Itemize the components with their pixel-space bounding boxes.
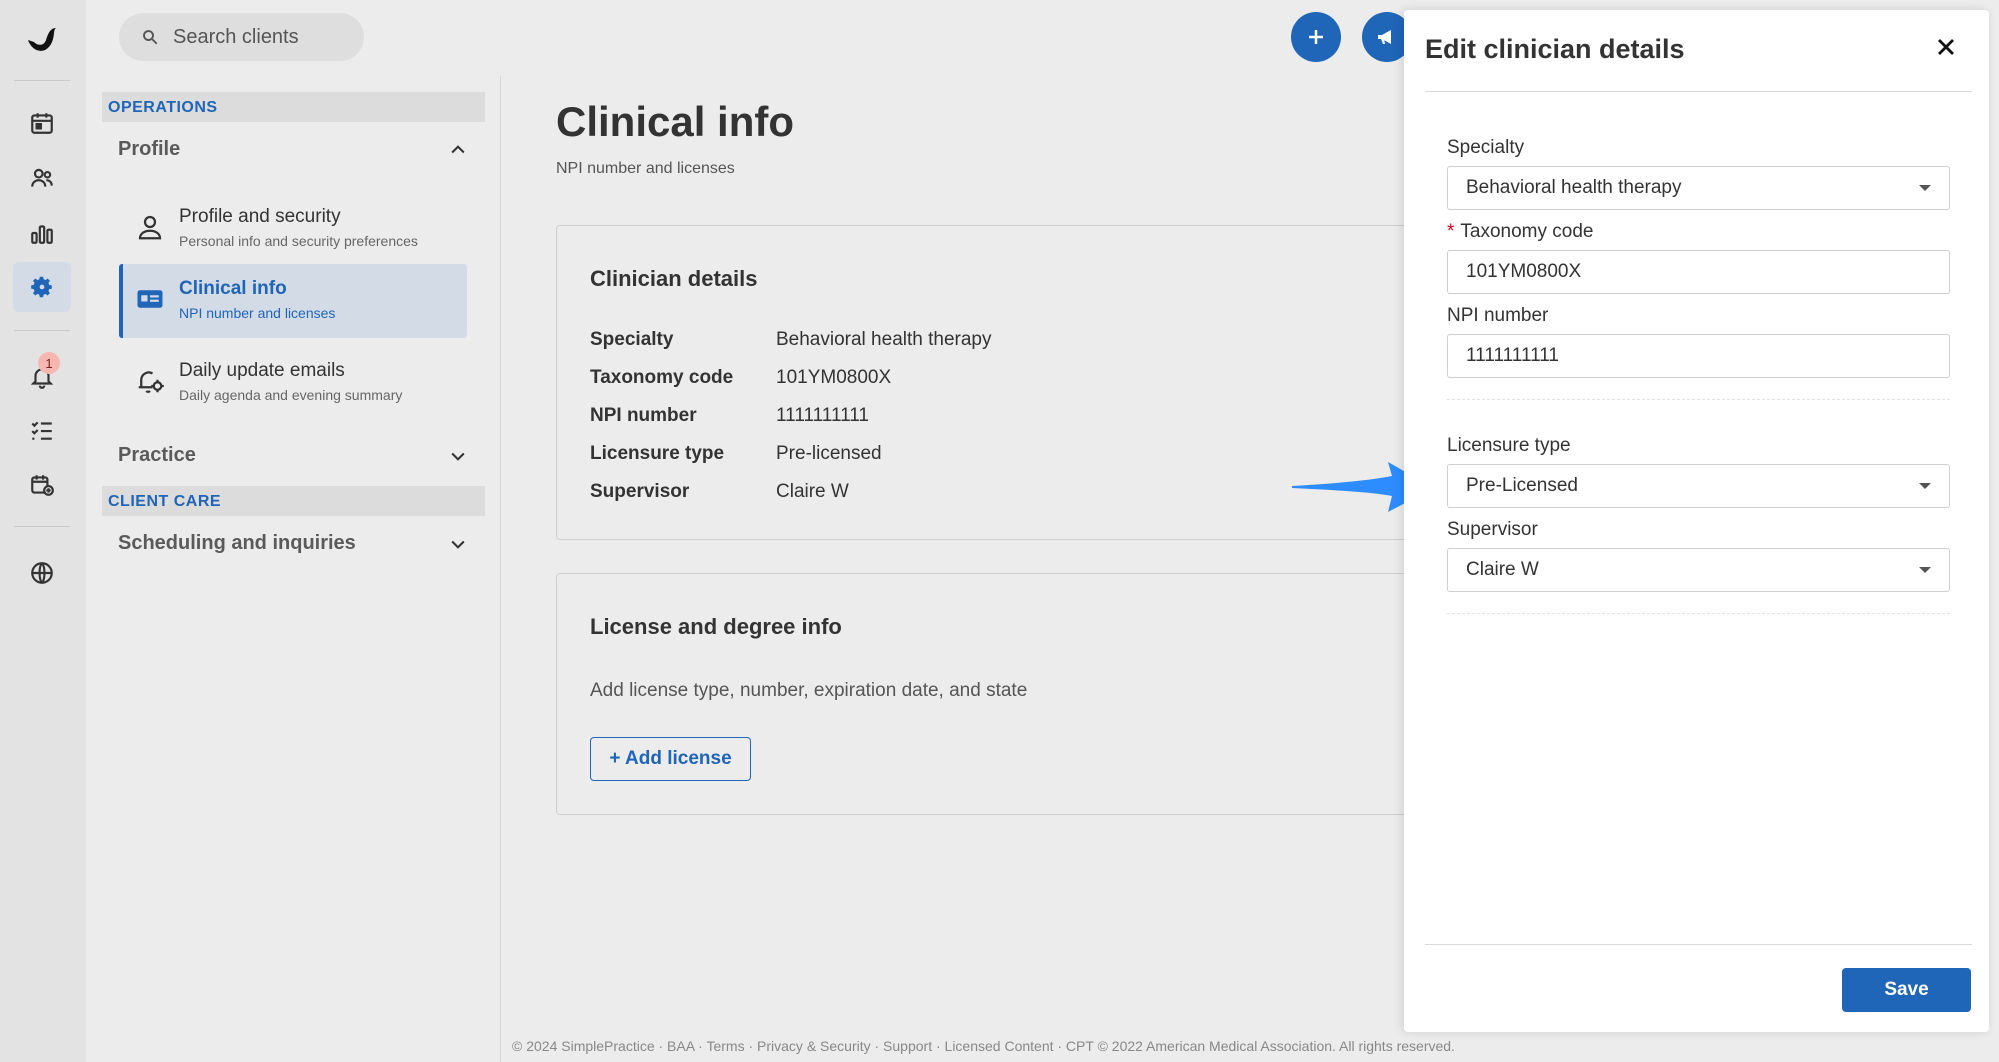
license-hint: Add license type, number, expiration dat… — [590, 680, 1028, 701]
specialty-label: Specialty — [1447, 137, 1525, 158]
detail-label: Supervisor — [590, 481, 690, 502]
detail-row: Supervisor Claire W — [590, 481, 849, 503]
close-button[interactable] — [1929, 30, 1963, 64]
detail-value: Pre-licensed — [776, 443, 882, 464]
card-heading: License and degree info — [590, 614, 842, 639]
detail-row: Licensure type Pre-licensed — [590, 443, 882, 465]
person-icon — [138, 215, 162, 240]
nav-item-profile-security[interactable]: Profile and security Personal info and s… — [119, 192, 467, 266]
clinician-details-card: Clinician details Specialty Behavioral h… — [556, 225, 1416, 540]
chevron-up-icon — [451, 144, 465, 153]
bell-gear-icon — [138, 371, 164, 393]
card-heading: Clinician details — [590, 266, 758, 291]
license-card: License and degree info Add license type… — [556, 573, 1416, 815]
page-title: Clinical info — [556, 98, 795, 145]
detail-label: Licensure type — [590, 443, 725, 464]
npi-value: 1111111111 — [1466, 345, 1559, 366]
drawer-title: Edit clinician details — [1425, 34, 1685, 64]
specialty-select[interactable]: Behavioral health therapy — [1447, 166, 1950, 210]
section-divider — [1447, 399, 1950, 400]
nav-item-daily-emails[interactable]: Daily update emails Daily agenda and eve… — [119, 346, 467, 420]
icon-rail: 1 — [0, 0, 86, 1062]
nav-item-subtitle: NPI number and licenses — [179, 305, 336, 321]
practice-group-toggle[interactable]: Practice — [118, 444, 468, 467]
clients-icon[interactable] — [13, 153, 71, 203]
settings-icon[interactable] — [13, 262, 71, 312]
create-button[interactable] — [1291, 12, 1341, 62]
detail-label: NPI number — [590, 405, 697, 426]
taxonomy-label-text: Taxonomy code — [1460, 221, 1594, 242]
search-input[interactable]: Search clients — [119, 13, 364, 61]
settings-nav: OPERATIONS Profile Profile and security … — [86, 76, 501, 1062]
tasks-icon[interactable] — [13, 405, 71, 455]
detail-value: 1111111111 — [776, 405, 869, 426]
globe-icon[interactable] — [13, 548, 71, 598]
profile-group-label: Profile — [118, 138, 181, 160]
profile-group-toggle[interactable]: Profile — [118, 138, 468, 161]
nav-item-title: Profile and security — [179, 206, 341, 227]
operations-header: OPERATIONS — [102, 92, 485, 122]
chevron-down-icon — [451, 540, 465, 549]
calendar-add-icon[interactable] — [13, 460, 71, 510]
calendar-icon[interactable] — [13, 98, 71, 148]
nav-item-title: Clinical info — [179, 278, 287, 299]
search-placeholder: Search clients — [173, 25, 299, 48]
nav-item-clinical-info[interactable]: Clinical info NPI number and licenses — [119, 264, 467, 338]
required-marker: * — [1447, 221, 1455, 242]
nav-item-subtitle: Personal info and security preferences — [179, 233, 418, 249]
npi-input[interactable]: 1111111111 — [1447, 334, 1950, 378]
detail-label: Taxonomy code — [590, 367, 734, 388]
dropdown-caret-icon — [1919, 185, 1931, 191]
rail-divider — [14, 330, 70, 331]
drawer-footer-divider — [1425, 944, 1972, 945]
notification-badge: 1 — [38, 352, 60, 374]
app-logo-icon[interactable] — [22, 22, 62, 62]
nav-item-subtitle: Daily agenda and evening summary — [179, 387, 403, 403]
supervisor-label: Supervisor — [1447, 519, 1538, 540]
detail-value: Behavioral health therapy — [776, 329, 992, 350]
scheduling-group-label: Scheduling and inquiries — [118, 532, 356, 554]
licensure-select[interactable]: Pre-Licensed — [1447, 464, 1950, 508]
dropdown-caret-icon — [1919, 567, 1931, 573]
close-icon — [1938, 39, 1954, 55]
megaphone-icon — [1378, 30, 1391, 44]
client-care-header: CLIENT CARE — [102, 486, 485, 516]
add-license-button[interactable]: + Add license — [590, 737, 751, 781]
page-subtitle: NPI number and licenses — [556, 160, 735, 177]
rail-divider — [14, 80, 70, 81]
plus-icon — [1309, 30, 1323, 44]
supervisor-select[interactable]: Claire W — [1447, 548, 1950, 592]
specialty-value: Behavioral health therapy — [1466, 177, 1682, 198]
taxonomy-label: * Taxonomy code — [1447, 221, 1593, 243]
scheduling-group-toggle[interactable]: Scheduling and inquiries — [118, 532, 468, 555]
section-divider — [1447, 613, 1950, 614]
footer: © 2024 SimplePractice · BAA · Terms · Pr… — [512, 1038, 1455, 1054]
npi-label: NPI number — [1447, 305, 1549, 326]
practice-group-label: Practice — [118, 444, 196, 466]
detail-label: Specialty — [590, 329, 674, 350]
rail-divider — [14, 526, 70, 527]
save-button[interactable]: Save — [1842, 968, 1971, 1012]
id-card-icon — [137, 290, 163, 308]
supervisor-value: Claire W — [1466, 559, 1539, 580]
taxonomy-input[interactable]: 101YM0800X — [1447, 250, 1950, 294]
taxonomy-value: 101YM0800X — [1466, 261, 1582, 282]
search-icon — [143, 30, 158, 45]
dropdown-caret-icon — [1919, 483, 1931, 489]
detail-row: NPI number 1111111111 — [590, 405, 869, 427]
chevron-down-icon — [451, 452, 465, 461]
edit-clinician-drawer: Edit clinician details Specialty Behavio… — [1404, 10, 1989, 1032]
detail-row: Taxonomy code 101YM0800X — [590, 367, 891, 389]
licensure-label: Licensure type — [1447, 435, 1571, 456]
detail-row: Specialty Behavioral health therapy — [590, 329, 991, 351]
detail-value: 101YM0800X — [776, 367, 892, 388]
nav-item-title: Daily update emails — [179, 360, 345, 381]
licensure-value: Pre-Licensed — [1466, 475, 1578, 496]
analytics-icon[interactable] — [13, 208, 71, 258]
drawer-divider — [1425, 91, 1972, 92]
detail-value: Claire W — [776, 481, 849, 502]
